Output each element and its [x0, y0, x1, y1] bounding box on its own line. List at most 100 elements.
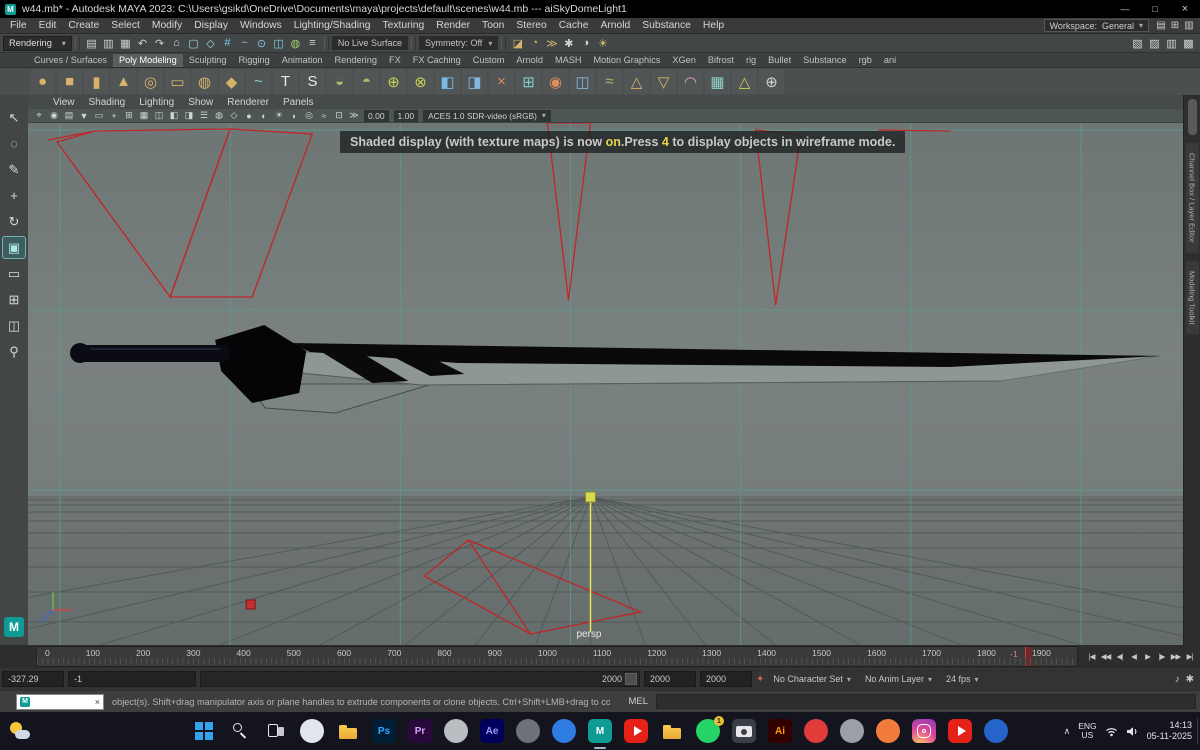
target-weld-icon[interactable]: ◉: [543, 69, 568, 94]
gamma-field[interactable]: 1.00: [393, 109, 419, 122]
layout-split-pane-button[interactable]: ◫: [3, 315, 25, 336]
shelf-tab[interactable]: MASH: [549, 54, 588, 67]
poly-disc-icon[interactable]: ◍: [192, 69, 217, 94]
current-frame-marker[interactable]: -1: [1010, 647, 1032, 666]
light-editor-icon[interactable]: ☀: [594, 35, 611, 51]
lasso-tool[interactable]: ◌: [3, 133, 25, 154]
combine-icon[interactable]: ⊕: [381, 69, 406, 94]
rotate-tool[interactable]: ↻: [3, 211, 25, 232]
wireframe-mode-icon[interactable]: ◇: [227, 110, 241, 121]
menu-item[interactable]: Select: [105, 20, 146, 31]
shelf-tab[interactable]: Custom: [467, 54, 511, 67]
separate-icon[interactable]: ⊗: [408, 69, 433, 94]
type-tool-icon[interactable]: T: [273, 69, 298, 94]
shelf-tab[interactable]: FX Caching: [407, 54, 467, 67]
extrude-icon[interactable]: ◧: [435, 69, 460, 94]
step-back-key-button[interactable]: ◀◀: [1099, 652, 1112, 661]
menu-item[interactable]: Windows: [234, 20, 288, 31]
pan-zoom-icon[interactable]: +: [107, 111, 121, 121]
step-forward-frame-button[interactable]: |▶: [1155, 652, 1168, 661]
shelf-tab[interactable]: Bifrost: [702, 54, 740, 67]
shelf-tab[interactable]: ani: [878, 54, 902, 67]
gate-mask-icon[interactable]: ◧: [167, 110, 181, 121]
grid-toggle-icon[interactable]: ⊞: [122, 110, 136, 121]
shelf-tab[interactable]: Poly Modeling: [113, 54, 183, 67]
mirror-icon[interactable]: ◫: [570, 69, 595, 94]
shelf-tab[interactable]: Curves / Surfaces: [28, 54, 113, 67]
taskbar-weather-widget[interactable]: [8, 720, 30, 742]
taskbar-youtube[interactable]: [624, 719, 648, 743]
play-forward-button[interactable]: ▶: [1141, 652, 1154, 661]
taskbar-illustrator[interactable]: Ai: [768, 719, 792, 743]
angle-display-field[interactable]: -327.29: [2, 671, 64, 687]
svg-tool-icon[interactable]: S: [300, 69, 325, 94]
taskbar-widgets-button[interactable]: [300, 719, 324, 743]
sidebar-tab[interactable]: Channel Box / Layer Editor: [1185, 143, 1199, 253]
shelf-tab[interactable]: Substance: [797, 54, 852, 67]
taskbar-app-circle-steel[interactable]: [840, 719, 864, 743]
play-backwards-button[interactable]: ◀: [1127, 652, 1140, 661]
layout-single-pane-button[interactable]: ▭: [3, 263, 25, 284]
make-live-icon[interactable]: ◍: [287, 35, 304, 51]
construction-history-icon[interactable]: ≡: [304, 35, 321, 51]
boolean-difference-icon[interactable]: ◓: [354, 69, 379, 94]
selection-marker[interactable]: [245, 599, 256, 610]
ipr-render-icon[interactable]: ◔: [526, 35, 543, 51]
mute-button[interactable]: ♪: [1175, 674, 1180, 685]
image-plane-icon[interactable]: ▭: [92, 110, 106, 121]
multi-cut-icon[interactable]: ×: [489, 69, 514, 94]
bookmarks-icon[interactable]: ▼: [77, 111, 91, 121]
volume-icon[interactable]: [1126, 726, 1139, 737]
select-object-icon[interactable]: ▢: [185, 35, 202, 51]
modeling-toolkit-toggle-icon[interactable]: ▧: [1129, 35, 1146, 51]
range-start-field[interactable]: -1: [68, 671, 196, 687]
set-key-icon[interactable]: ✦: [756, 674, 764, 685]
menu-item[interactable]: Display: [188, 20, 234, 31]
symmetry-selector[interactable]: Symmetry: Off ▾: [418, 36, 499, 50]
menu-item[interactable]: Lighting/Shading: [288, 20, 377, 31]
viewport-menu-item[interactable]: Lighting: [132, 97, 181, 108]
hypershade-toggle-icon[interactable]: ▨: [1146, 35, 1163, 51]
panel-layout-icon[interactable]: ⊞: [1168, 20, 1182, 31]
shelf-tab[interactable]: Arnold: [510, 54, 549, 67]
sweep-mesh-icon[interactable]: ~: [246, 69, 271, 94]
xray-icon[interactable]: ◍: [212, 110, 226, 121]
snap-curve-icon[interactable]: ~: [236, 35, 253, 51]
mel-command-input[interactable]: [656, 694, 1196, 709]
taskbar-youtube-2[interactable]: [948, 719, 972, 743]
maya-m-button[interactable]: M: [4, 617, 24, 637]
anti-aliasing-icon[interactable]: ≈: [317, 111, 331, 121]
taskbar-after-effects[interactable]: Ae: [480, 719, 504, 743]
poly-sphere-icon[interactable]: ●: [30, 69, 55, 94]
shelf-tab[interactable]: rig: [740, 54, 762, 67]
lights-icon[interactable]: ☀: [272, 110, 286, 121]
shelf-tab[interactable]: Animation: [276, 54, 329, 67]
sidebar-tab[interactable]: Modeling Toolkit: [1185, 260, 1199, 335]
taskbar-start-button[interactable]: [192, 719, 216, 743]
menu-item[interactable]: Stereo: [510, 20, 552, 31]
shelf-tab[interactable]: XGen: [666, 54, 702, 67]
viewport-menu-item[interactable]: Show: [181, 97, 220, 108]
center-pivot-icon[interactable]: ⊕: [759, 69, 784, 94]
render-frame-icon[interactable]: ◪: [509, 35, 526, 51]
workspace-selector[interactable]: Workspace: General ▾: [1043, 19, 1149, 32]
viewport-3d-scene[interactable]: persp: [28, 123, 1183, 645]
range-slider-bar[interactable]: 2000: [200, 671, 640, 687]
live-surface-field[interactable]: No Live Surface: [331, 36, 408, 50]
taskbar-maya[interactable]: M: [588, 719, 612, 749]
close-icon[interactable]: ×: [95, 697, 100, 707]
move-tool[interactable]: +: [3, 185, 25, 206]
taskbar-whatsapp[interactable]: 1: [696, 716, 724, 743]
sidebar-toggle-icon[interactable]: ▥: [1182, 20, 1196, 31]
range-slider-handle[interactable]: [625, 673, 637, 685]
redo-icon[interactable]: ↷: [151, 35, 168, 51]
taskbar-file-explorer[interactable]: [336, 719, 360, 743]
menu-item[interactable]: Toon: [476, 20, 510, 31]
scale-tool[interactable]: ▣: [2, 236, 26, 259]
step-back-frame-button[interactable]: ◀|: [1113, 652, 1126, 661]
render-settings-icon[interactable]: ✱: [560, 35, 577, 51]
fps-selector[interactable]: 24 fps ▾: [941, 671, 984, 687]
menu-item[interactable]: Help: [697, 20, 730, 31]
menu-item[interactable]: Substance: [636, 20, 697, 31]
step-forward-key-button[interactable]: ▶▶: [1169, 652, 1182, 661]
